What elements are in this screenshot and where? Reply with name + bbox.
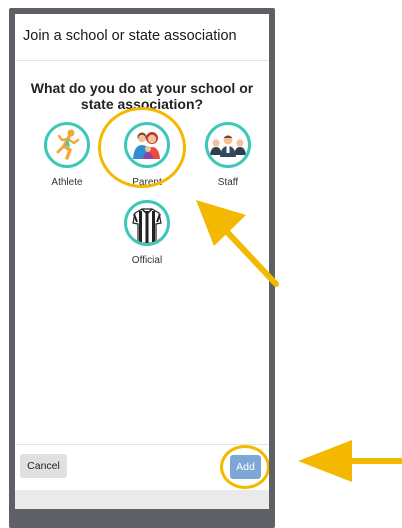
dialog-footer-bar [15,490,269,509]
add-button[interactable]: Add [230,455,261,479]
role-label-staff: Staff [217,177,239,188]
role-option-athlete[interactable]: Athlete [27,122,107,188]
role-option-staff[interactable]: Staff [188,122,268,188]
dialog-title: Join a school or state association [23,28,237,44]
cancel-button[interactable]: Cancel [20,454,67,478]
role-option-parent[interactable]: Parent [107,122,187,188]
staff-icon [205,122,251,168]
role-label-athlete: Athlete [51,177,83,188]
join-association-dialog: Join a school or state association What … [15,14,269,509]
athlete-icon [44,122,90,168]
dialog-header: Join a school or state association [15,14,269,61]
role-label-official: Official [131,255,163,266]
parent-icon [124,122,170,168]
role-label-parent: Parent [132,177,162,188]
official-icon [124,200,170,246]
role-option-official[interactable]: Official [107,200,187,266]
role-question: What do you do at your school or state a… [30,80,254,112]
